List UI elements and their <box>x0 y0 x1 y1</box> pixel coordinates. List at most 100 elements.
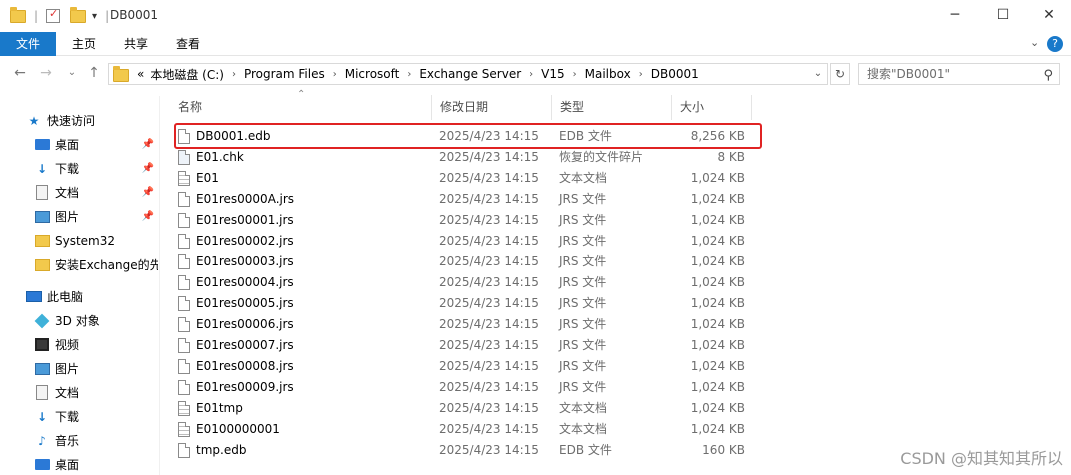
file-size: 1,024 KB <box>690 233 745 248</box>
file-row[interactable]: E01.chk 2025/4/23 14:15 恢复的文件碎片 8 KB <box>176 147 756 168</box>
properties-icon[interactable]: ✓ <box>46 7 61 23</box>
sidebar-item-label: 桌面 <box>55 458 80 472</box>
customize-toolbar-icon[interactable]: ▾ <box>92 11 97 22</box>
sidebar-item-pictures-pc[interactable]: 图片 <box>34 358 158 379</box>
title-bar: | ✓ ▾ | DB0001 ─ ☐ ✕ <box>0 0 1071 32</box>
chevron-right-icon[interactable]: › <box>333 69 337 80</box>
sidebar-item-downloads[interactable]: ↓ 下载 📌 <box>34 158 158 179</box>
sidebar-item-downloads-pc[interactable]: ↓ 下载 <box>34 406 158 427</box>
sidebar-item-pictures[interactable]: 图片 📌 <box>34 206 158 227</box>
column-header-name[interactable]: 名称 <box>170 95 432 120</box>
column-header-type[interactable]: 类型 <box>552 95 672 120</box>
breadcrumb-v15[interactable]: V15 <box>541 67 564 81</box>
sidebar-item-videos[interactable]: 视频 <box>34 334 158 355</box>
file-name-cell: E01res00005.jrs <box>178 293 294 314</box>
sidebar-item-label: 快速访问 <box>47 114 96 128</box>
file-size: 1,024 KB <box>690 254 745 269</box>
file-row[interactable]: E01res00008.jrs 2025/4/23 14:15 JRS 文件 1,02… <box>176 356 756 377</box>
tab-home[interactable]: 主页 <box>60 32 108 56</box>
highlight-box <box>174 123 762 149</box>
file-row[interactable]: E01res00007.jrs 2025/4/23 14:15 JRS 文件 1,02… <box>176 335 756 356</box>
breadcrumb-drive[interactable]: 本地磁盘 (C:) <box>150 66 224 83</box>
file-row[interactable]: E01res00005.jrs 2025/4/23 14:15 JRS 文件 1,02… <box>176 293 756 314</box>
sidebar-item-desktop[interactable]: 桌面 📌 <box>34 134 158 155</box>
chevron-right-icon[interactable]: › <box>529 69 533 80</box>
sidebar-item-documents-pc[interactable]: 文档 <box>34 382 158 403</box>
file-name-cell: E01 <box>178 168 219 189</box>
chk-file-icon <box>178 149 190 165</box>
breadcrumb-program-files[interactable]: Program Files <box>244 67 325 81</box>
file-row[interactable]: tmp.edb 2025/4/23 14:15 EDB 文件 160 KB <box>176 440 756 461</box>
breadcrumb-overflow[interactable]: « <box>137 67 144 81</box>
search-icon: ⚲ <box>1043 68 1053 83</box>
folder-icon <box>34 258 50 271</box>
file-row[interactable]: E0100000001 2025/4/23 14:15 文本文档 1,024 KB <box>176 419 756 440</box>
chevron-right-icon[interactable]: › <box>407 69 411 80</box>
forward-arrow-icon[interactable]: → <box>36 65 56 81</box>
sidebar-item-desktop-pc[interactable]: 桌面 <box>34 454 158 475</box>
help-icon[interactable]: ? <box>1047 36 1063 52</box>
pictures-icon <box>34 362 50 375</box>
file-name-cell: E01res00002.jrs <box>178 231 294 252</box>
file-row[interactable]: E01tmp 2025/4/23 14:15 文本文档 1,024 KB <box>176 398 756 419</box>
file-name: E01res00001.jrs <box>196 212 294 227</box>
file-date: 2025/4/23 14:15 <box>439 358 539 373</box>
document-icon <box>36 385 48 400</box>
tab-share[interactable]: 共享 <box>112 32 160 56</box>
sidebar-item-system32[interactable]: System32 <box>34 230 158 251</box>
sidebar-item-documents[interactable]: 文档 📌 <box>34 182 158 203</box>
recent-locations-icon[interactable]: ⌄ <box>62 67 82 78</box>
file-type: 文本文档 <box>559 421 608 436</box>
chevron-right-icon[interactable]: › <box>639 69 643 80</box>
breadcrumb-mailbox[interactable]: Mailbox <box>585 67 631 81</box>
sidebar-item-music[interactable]: ♪ 音乐 <box>34 430 158 451</box>
address-bar[interactable]: « 本地磁盘 (C:) › Program Files › Microsoft … <box>108 63 828 85</box>
file-date: 2025/4/23 14:15 <box>439 149 539 164</box>
file-row[interactable]: E01res00006.jrs 2025/4/23 14:15 JRS 文件 1,02… <box>176 314 756 335</box>
breadcrumb-exchange-server[interactable]: Exchange Server <box>419 67 521 81</box>
file-row[interactable]: E01res00009.jrs 2025/4/23 14:15 JRS 文件 1,02… <box>176 377 756 398</box>
file-row[interactable]: E01res00001.jrs 2025/4/23 14:15 JRS 文件 1,02… <box>176 210 756 231</box>
refresh-icon[interactable]: ↻ <box>830 63 850 85</box>
sidebar-item-label: 图片 <box>55 210 80 224</box>
window-title: DB0001 <box>110 8 159 22</box>
breadcrumb-microsoft[interactable]: Microsoft <box>345 67 400 81</box>
file-icon <box>178 317 190 333</box>
sidebar-item-install-exchange[interactable]: 安装Exchange的先 <box>34 254 158 275</box>
sidebar-item-this-pc[interactable]: 此电脑 <box>26 286 158 307</box>
file-row[interactable]: E01res00002.jrs 2025/4/23 14:15 JRS 文件 1,02… <box>176 231 756 252</box>
column-header-date[interactable]: 修改日期 <box>432 95 552 120</box>
file-row[interactable]: E01res0000A.jrs 2025/4/23 14:15 JRS 文件 1,02… <box>176 189 756 210</box>
file-icon <box>178 358 190 374</box>
file-icon <box>178 191 190 207</box>
sidebar-item-quick-access[interactable]: ★ 快速访问 <box>26 110 158 131</box>
sidebar-item-label: 安装Exchange的先 <box>55 258 158 272</box>
breadcrumb-db0001[interactable]: DB0001 <box>651 67 699 81</box>
tab-view[interactable]: 查看 <box>164 32 212 56</box>
file-date: 2025/4/23 14:15 <box>439 170 539 185</box>
collapse-ribbon-icon[interactable]: ⌄ <box>1030 36 1039 49</box>
file-row[interactable]: E01res00003.jrs 2025/4/23 14:15 JRS 文件 1,02… <box>176 251 756 272</box>
new-folder-icon[interactable] <box>70 6 87 23</box>
tab-file[interactable]: 文件 <box>0 32 56 56</box>
search-input[interactable]: 搜索"DB0001" ⚲ <box>858 63 1060 85</box>
column-header-size[interactable]: 大小 <box>672 95 752 120</box>
chevron-right-icon[interactable]: › <box>232 69 236 80</box>
file-size: 1,024 KB <box>690 421 745 436</box>
close-button[interactable]: ✕ <box>1026 0 1071 30</box>
file-date: 2025/4/23 14:15 <box>439 191 539 206</box>
maximize-button[interactable]: ☐ <box>980 0 1026 30</box>
file-type: 文本文档 <box>559 170 608 185</box>
file-row[interactable]: E01res00004.jrs 2025/4/23 14:15 JRS 文件 1,02… <box>176 272 756 293</box>
sidebar-item-3d-objects[interactable]: 3D 对象 <box>34 310 158 331</box>
back-arrow-icon[interactable]: ← <box>10 65 30 81</box>
minimize-button[interactable]: ─ <box>932 0 978 30</box>
up-arrow-icon[interactable]: ↑ <box>84 65 104 81</box>
watermark: CSDN @知其知其所以 <box>900 449 1063 468</box>
file-date: 2025/4/23 14:15 <box>439 317 539 332</box>
pin-icon: 📌 <box>141 187 154 198</box>
address-dropdown-icon[interactable]: ⌄ <box>808 63 828 85</box>
file-date: 2025/4/23 14:15 <box>439 421 539 436</box>
chevron-right-icon[interactable]: › <box>573 69 577 80</box>
file-row[interactable]: E01 2025/4/23 14:15 文本文档 1,024 KB <box>176 168 756 189</box>
